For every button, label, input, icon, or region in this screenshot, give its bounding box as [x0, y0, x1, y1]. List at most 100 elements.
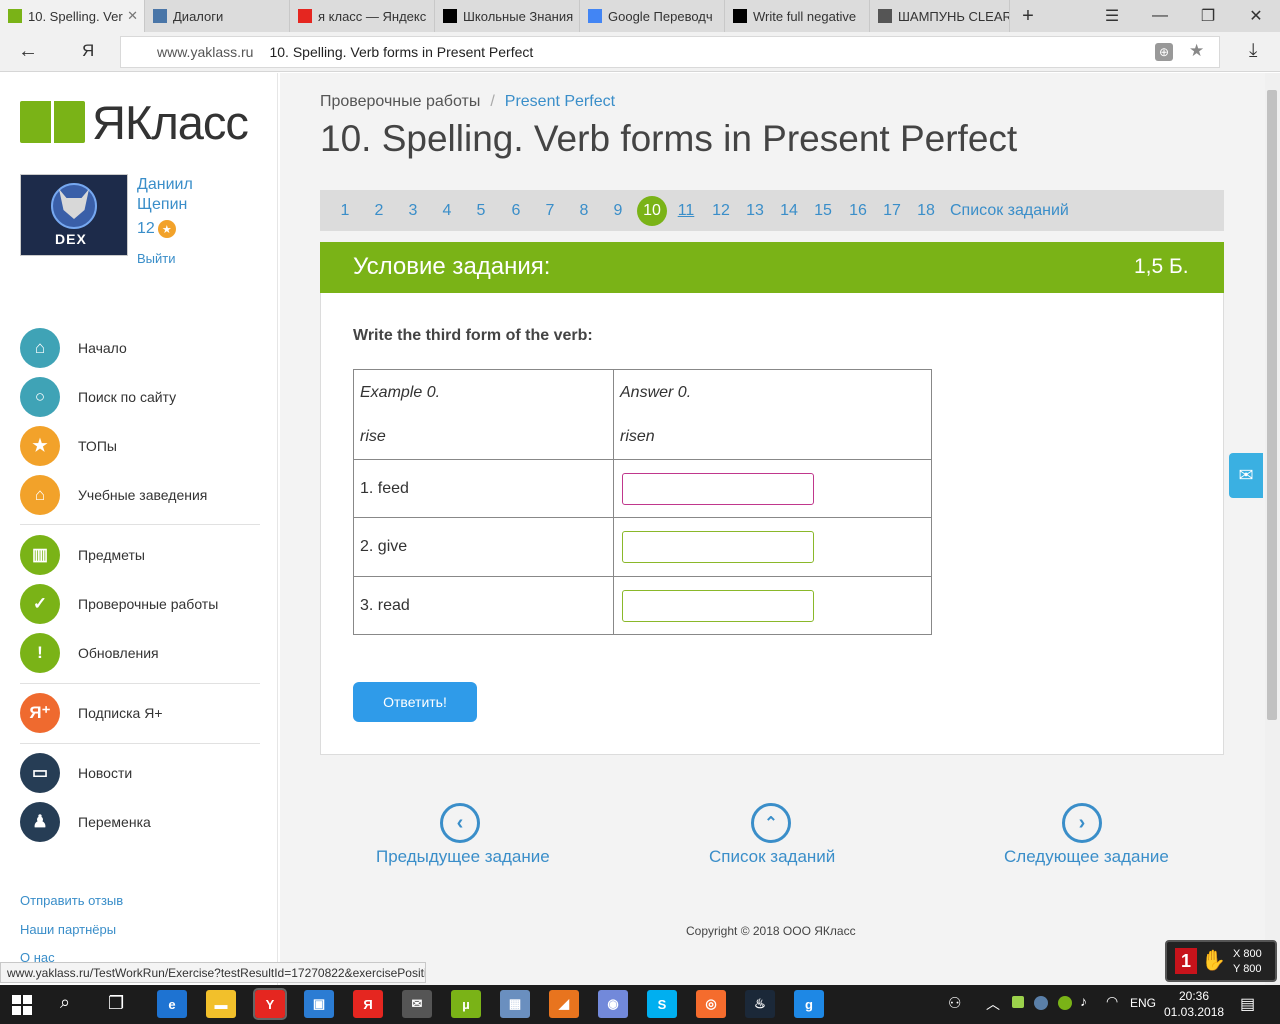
task-list-bottom-link[interactable]: Список заданий [709, 847, 835, 867]
page-link-11[interactable]: 11 [678, 202, 695, 220]
tab-6[interactable]: Write full negative [725, 0, 870, 32]
yandex-icon[interactable]: Я [353, 990, 383, 1018]
task-view-icon[interactable]: ❐ [108, 993, 124, 1014]
yandex-browser-icon[interactable]: Y [253, 988, 287, 1020]
store-icon[interactable]: ▣ [304, 990, 334, 1018]
page-link-9[interactable]: 9 [614, 202, 623, 220]
sidebar-item-2[interactable]: ○ Поиск по сайту [20, 377, 176, 417]
url-field[interactable]: www.yaklass.ru 10. Spelling. Verb forms … [120, 36, 1220, 68]
new-tab-button[interactable]: + [1004, 0, 1052, 32]
mail-icon[interactable]: ✉ [402, 990, 432, 1018]
yaklass-logo-icon[interactable] [20, 99, 86, 145]
page-link-16[interactable]: 16 [849, 202, 867, 220]
page-link-6[interactable]: 6 [512, 202, 521, 220]
tab-4[interactable]: Школьные Знания [435, 0, 580, 32]
sidebar-item-7[interactable]: ! Обновления [20, 633, 159, 673]
next-task-link[interactable]: Следующее задание [1004, 847, 1169, 867]
page-link-4[interactable]: 4 [443, 202, 452, 220]
wifi-icon[interactable]: ◠ [1106, 993, 1118, 1010]
tray-app-icon[interactable] [1012, 996, 1024, 1008]
minimize-icon[interactable]: — [1136, 0, 1184, 32]
logo-text[interactable]: ЯКласс [92, 95, 249, 150]
page-link-1[interactable]: 1 [341, 202, 350, 220]
tab-7[interactable]: ШАМПУНЬ CLEAR [870, 0, 1010, 32]
page-title: 10. Spelling. Verb forms in Present Perf… [320, 118, 1018, 159]
partners-link[interactable]: Наши партнёры [20, 922, 116, 937]
page-link-5[interactable]: 5 [477, 202, 486, 220]
sidebar-item-6[interactable]: ✓ Проверочные работы [20, 584, 218, 624]
answer-input-2[interactable] [622, 531, 814, 563]
scrollbar-thumb[interactable] [1267, 90, 1277, 720]
sidebar-item-3[interactable]: ★ ТОПы [20, 426, 117, 466]
people-icon[interactable]: ⚇ [948, 994, 961, 1012]
back-arrow-icon[interactable]: ← [18, 40, 38, 63]
windows-start-icon[interactable] [12, 995, 32, 1015]
restore-icon[interactable]: ❐ [1184, 0, 1232, 32]
page-link-14[interactable]: 14 [780, 202, 798, 220]
page-link-15[interactable]: 15 [814, 202, 832, 220]
utorrent-icon[interactable]: µ [451, 990, 481, 1018]
tab-1[interactable]: 10. Spelling. Ver ✕ [0, 0, 145, 32]
page-link-13[interactable]: 13 [746, 202, 764, 220]
user-first-name[interactable]: Даниил [137, 175, 193, 195]
page-link-7[interactable]: 7 [546, 202, 555, 220]
page-link-8[interactable]: 8 [580, 202, 589, 220]
file-explorer-icon[interactable]: ▬ [206, 990, 236, 1018]
sidebar-item-5[interactable]: ▥ Предметы [20, 535, 145, 575]
avatar[interactable]: DEX [20, 174, 128, 256]
tray-steam-icon[interactable] [1034, 996, 1048, 1010]
user-last-name[interactable]: Щепин [137, 195, 193, 215]
clock[interactable]: 20:36 01.03.2018 [1164, 988, 1224, 1020]
user-name[interactable]: Даниил Щепин [137, 175, 193, 215]
origin-icon[interactable]: ◎ [696, 990, 726, 1018]
discord-icon[interactable]: ◉ [598, 990, 628, 1018]
sidebar-item-10[interactable]: ♟ Переменка [20, 802, 151, 842]
next-task-icon[interactable]: › [1062, 803, 1102, 843]
page-link-17[interactable]: 17 [883, 202, 901, 220]
tray-chevron-icon[interactable]: ︿ [986, 994, 1000, 1014]
answer-input-3[interactable] [622, 589, 814, 622]
tray-utorrent-icon[interactable] [1058, 996, 1072, 1010]
page-link-12[interactable]: 12 [712, 202, 730, 220]
photos-icon[interactable]: ▦ [500, 990, 530, 1018]
steam-icon[interactable]: ♨ [745, 990, 775, 1018]
logout-link[interactable]: Выйти [137, 251, 176, 266]
volume-icon[interactable]: ♪ [1080, 993, 1087, 1009]
bookmark-star-icon[interactable]: ★ [1189, 41, 1204, 61]
search-taskbar-icon[interactable]: ⌕ [60, 992, 70, 1013]
prev-task-link[interactable]: Предыдущее задание [376, 847, 550, 867]
task-list-link[interactable]: Список заданий [950, 202, 1069, 220]
page-link-18[interactable]: 18 [917, 202, 935, 220]
sidebar-item-9[interactable]: ▭ Новости [20, 753, 132, 793]
sidebar-item-8[interactable]: Я⁺ Подписка Я+ [20, 693, 163, 733]
page-link-3[interactable]: 3 [409, 202, 418, 220]
tab-2[interactable]: Диалоги [145, 0, 290, 32]
sidebar-item-4[interactable]: ⌂ Учебные заведения [20, 475, 207, 515]
breadcrumb-parent[interactable]: Проверочные работы [320, 93, 480, 111]
yandex-logo-icon[interactable]: Я [82, 41, 94, 61]
notifications-icon[interactable]: ▤ [1240, 994, 1255, 1014]
gmod-icon[interactable]: g [794, 990, 824, 1018]
task-list-up-icon[interactable]: ⌃ [751, 803, 791, 843]
answer-input-1[interactable] [622, 472, 814, 505]
feedback-link[interactable]: Отправить отзыв [20, 893, 123, 908]
feedback-mail-icon[interactable]: ✉ [1229, 453, 1263, 498]
tab-5[interactable]: Google Переводч [580, 0, 725, 32]
breadcrumb-current[interactable]: Present Perfect [505, 93, 615, 111]
close-window-icon[interactable]: ✕ [1232, 0, 1280, 32]
close-tab-icon[interactable]: ✕ [127, 8, 138, 24]
sidebar-item-1[interactable]: ⌂ Начало [20, 328, 127, 368]
page-link-2[interactable]: 2 [375, 202, 384, 220]
prev-task-icon[interactable]: ‹ [440, 803, 480, 843]
skype-icon[interactable]: S [647, 990, 677, 1018]
page-link-10[interactable]: 10 [637, 196, 667, 226]
protect-icon[interactable]: ⊕ [1155, 43, 1173, 61]
winamp-icon[interactable]: ◢ [549, 990, 579, 1018]
star-icon: ★ [20, 426, 60, 466]
downloads-icon[interactable]: ⤓ [1249, 40, 1257, 62]
edge-icon[interactable]: e [157, 990, 187, 1018]
menu-icon[interactable]: ☰ [1088, 0, 1136, 32]
language-indicator[interactable]: ENG [1130, 996, 1156, 1010]
submit-button[interactable]: Ответить! [353, 682, 477, 722]
tab-3[interactable]: я класс — Яндекс [290, 0, 435, 32]
